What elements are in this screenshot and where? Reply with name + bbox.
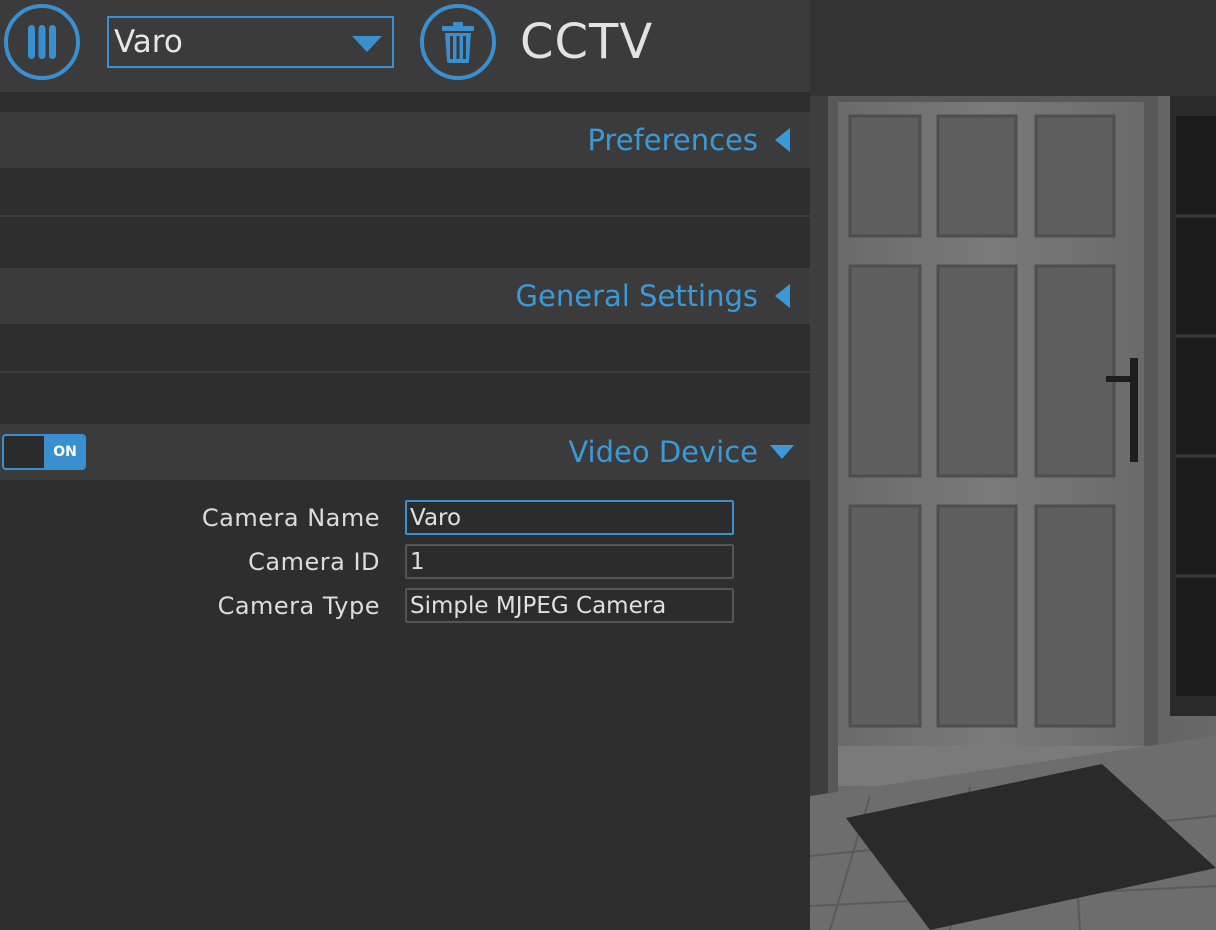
menu-button[interactable]	[4, 4, 80, 80]
camera-name-label: Camera Name	[201, 504, 380, 532]
camera-id-input[interactable]	[405, 544, 734, 579]
toggle-knob	[4, 436, 44, 468]
settings-panel: Varo CCTV Preferences General Settings O…	[0, 0, 810, 930]
camera-feed-illustration	[810, 96, 1216, 930]
menu-bars-icon	[28, 25, 56, 59]
section-preferences-header[interactable]: Preferences	[0, 112, 810, 168]
video-header-area	[810, 0, 1216, 96]
camera-name-input[interactable]	[405, 500, 734, 535]
collapse-arrow-icon	[775, 128, 790, 152]
top-toolbar: Varo CCTV	[0, 0, 810, 92]
section-preferences-label: Preferences	[587, 123, 758, 157]
app-title: CCTV	[520, 14, 654, 70]
cctv-app: Varo CCTV Preferences General Settings O…	[0, 0, 1216, 930]
divider	[0, 215, 810, 217]
section-video-device-header[interactable]: ON Video Device	[0, 424, 810, 480]
camera-feed-image	[810, 96, 1216, 930]
chevron-down-icon	[352, 36, 382, 52]
section-general-settings-label: General Settings	[515, 279, 758, 313]
camera-type-input[interactable]	[405, 588, 734, 623]
section-video-device-label: Video Device	[568, 435, 758, 469]
camera-select-value: Varo	[114, 24, 183, 60]
delete-camera-button[interactable]	[420, 4, 496, 80]
camera-type-label: Camera Type	[217, 592, 380, 620]
video-device-toggle[interactable]: ON	[2, 434, 86, 470]
camera-select[interactable]: Varo	[107, 16, 394, 68]
section-general-settings-header[interactable]: General Settings	[0, 268, 810, 324]
camera-id-label: Camera ID	[248, 548, 380, 576]
toggle-on-label: ON	[44, 436, 84, 468]
trash-icon	[442, 22, 474, 63]
divider	[0, 371, 810, 373]
expand-arrow-icon	[770, 445, 794, 459]
collapse-arrow-icon	[775, 284, 790, 308]
